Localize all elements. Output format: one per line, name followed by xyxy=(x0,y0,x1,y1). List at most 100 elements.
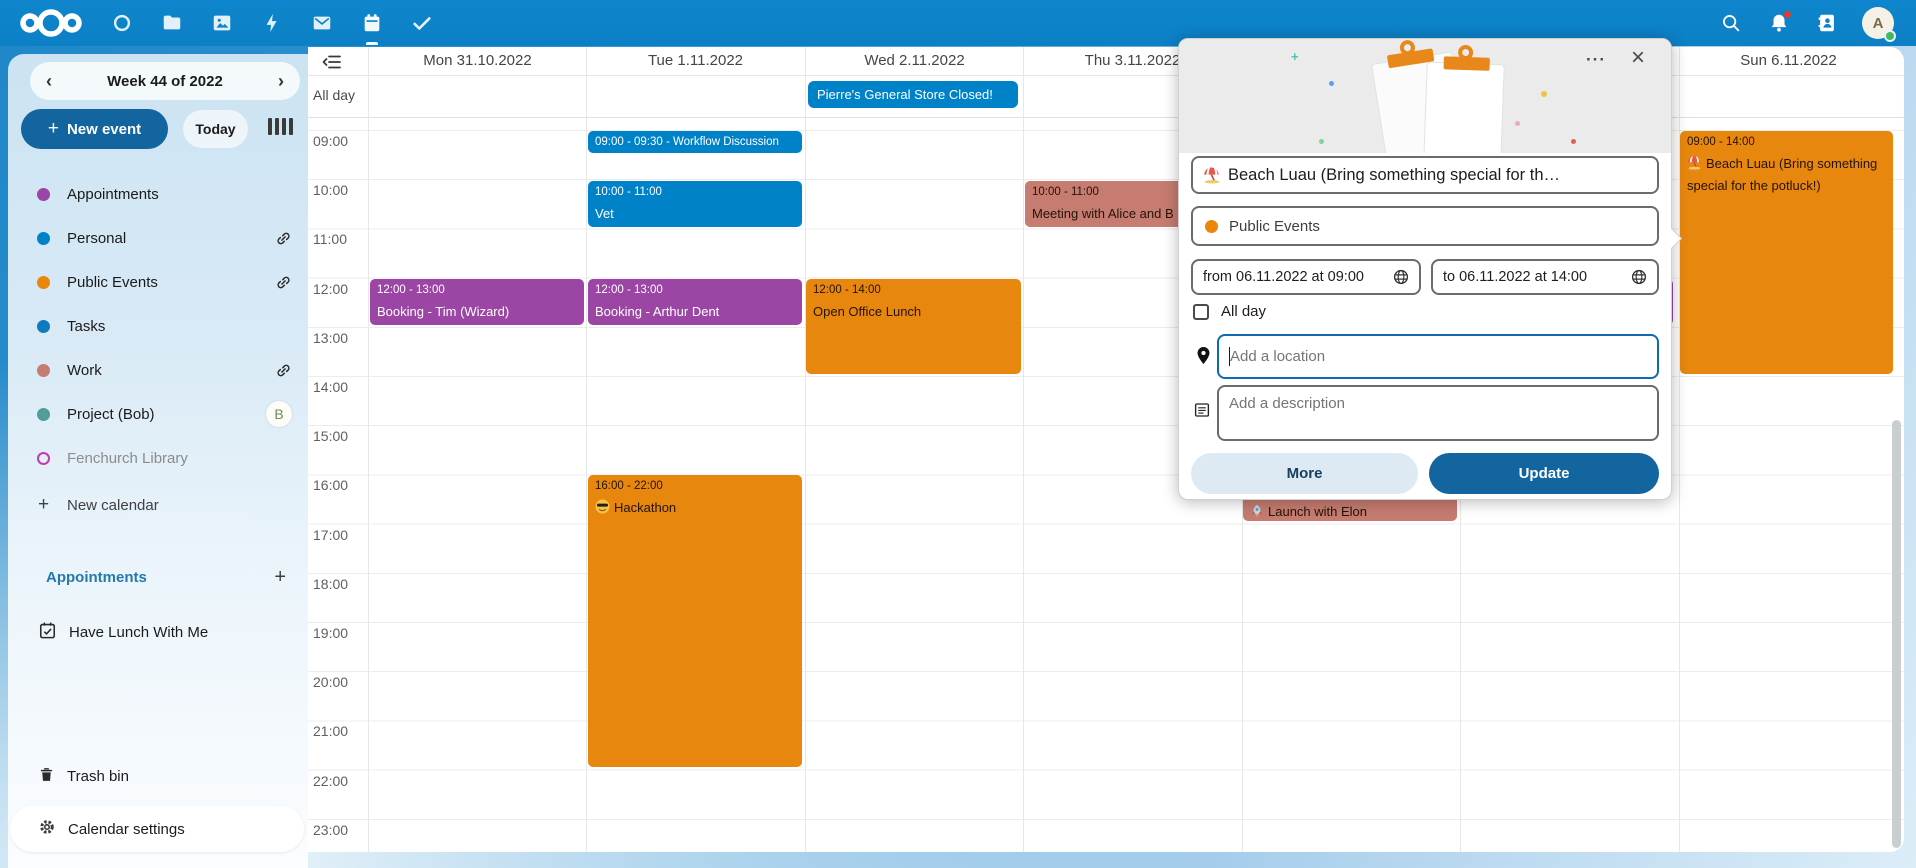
contacts-icon[interactable] xyxy=(1814,10,1840,36)
more-button[interactable]: More xyxy=(1191,453,1418,494)
calendar-color-dot xyxy=(37,408,50,421)
calendar-color-dot xyxy=(37,320,50,333)
event-hackathon[interactable]: 16:00 - 22:00 Hackathon xyxy=(588,475,802,767)
plus-icon: + xyxy=(48,118,59,140)
previous-week-button[interactable]: ‹ xyxy=(46,72,52,90)
confetti-dot xyxy=(1571,139,1576,144)
time-label: 12:00 xyxy=(313,281,367,297)
event-beach-luau[interactable]: 09:00 - 14:00 Beach Luau (Bring somethin… xyxy=(1680,131,1893,374)
clipboard-illustration xyxy=(1423,62,1504,153)
gutter-border xyxy=(368,47,369,852)
update-button[interactable]: Update xyxy=(1429,453,1659,494)
shared-by-badge: B xyxy=(266,401,292,427)
tasks-icon[interactable] xyxy=(410,11,434,35)
calendar-color-dot xyxy=(37,232,50,245)
time-label: 20:00 xyxy=(313,674,367,690)
sidebar-item-appointments-calendar[interactable]: Appointments xyxy=(24,179,300,209)
new-event-button[interactable]: + New event xyxy=(21,109,168,149)
allday-row-label: All day xyxy=(313,87,355,103)
sidebar-item-tasks[interactable]: Tasks xyxy=(24,311,300,341)
allday-checkbox[interactable] xyxy=(1193,304,1209,320)
vertical-scrollbar[interactable] xyxy=(1892,420,1901,848)
day-header-wed: Wed 2.11.2022 xyxy=(805,52,1024,72)
appointment-item-have-lunch[interactable]: Have Lunch With Me xyxy=(24,616,300,648)
more-options-icon[interactable]: ··· xyxy=(1583,47,1609,73)
photos-icon[interactable] xyxy=(210,11,234,35)
allday-event-pierres-store[interactable]: Pierre's General Store Closed! xyxy=(808,81,1018,108)
calendar-icon[interactable] xyxy=(360,11,384,35)
calendar-settings-button[interactable]: Calendar settings xyxy=(10,806,304,852)
confetti-plus: + xyxy=(1291,49,1299,64)
start-datetime-button[interactable]: from 06.11.2022 at 09:00 xyxy=(1191,259,1421,295)
sunglasses-face-emoji xyxy=(595,499,610,520)
time-label: 15:00 xyxy=(313,428,367,444)
event-title-input[interactable]: Beach Luau (Bring something special for … xyxy=(1191,156,1659,194)
section-title: Appointments xyxy=(46,569,147,586)
calendar-check-icon xyxy=(38,621,57,644)
sidebar-item-work[interactable]: Work xyxy=(24,355,300,385)
status-online-dot xyxy=(1884,30,1896,42)
end-datetime-button[interactable]: to 06.11.2022 at 14:00 xyxy=(1431,259,1659,295)
calendar-color-dot xyxy=(37,276,50,289)
view-columns-icon[interactable] xyxy=(268,118,293,135)
sidebar-item-fenchurch-library[interactable]: Fenchurch Library xyxy=(24,443,300,473)
close-icon[interactable]: × xyxy=(1625,45,1651,71)
calendar-picker[interactable]: Public Events xyxy=(1191,206,1659,246)
description-input[interactable] xyxy=(1217,385,1659,441)
event-editor-popup: + ··· × Beach Luau (Bring something spec… xyxy=(1178,38,1672,500)
mail-icon[interactable] xyxy=(310,11,334,35)
location-input[interactable] xyxy=(1217,334,1659,379)
week-navigation: ‹ Week 44 of 2022 › xyxy=(30,62,300,100)
avatar[interactable]: A xyxy=(1862,7,1894,39)
day-header-tue: Tue 1.11.2022 xyxy=(586,52,805,72)
sidebar-item-project-bob[interactable]: Project (Bob) B xyxy=(24,399,300,429)
location-field[interactable] xyxy=(1230,348,1647,365)
new-calendar-button[interactable]: + New calendar xyxy=(24,490,300,520)
topbar-right: A xyxy=(1718,0,1916,46)
time-label: 18:00 xyxy=(313,576,367,592)
confetti-dot xyxy=(1541,91,1547,97)
files-icon[interactable] xyxy=(160,11,184,35)
add-appointment-icon[interactable]: + xyxy=(274,566,286,589)
today-button[interactable]: Today xyxy=(183,110,248,148)
map-pin-icon xyxy=(1195,346,1212,370)
dashboard-icon[interactable] xyxy=(110,11,134,35)
search-icon[interactable] xyxy=(1718,10,1744,36)
confetti-dot xyxy=(1329,81,1334,86)
time-label: 19:00 xyxy=(313,625,367,641)
rocket-emoji xyxy=(1250,504,1264,521)
calendar-color-dot xyxy=(1205,220,1218,233)
nextcloud-logo[interactable] xyxy=(18,8,84,38)
sidebar-item-personal[interactable]: Personal xyxy=(24,223,300,253)
calendar-color-dot xyxy=(37,452,50,465)
bell-icon[interactable] xyxy=(1766,10,1792,36)
time-label: 09:00 xyxy=(313,133,367,149)
time-label: 11:00 xyxy=(313,231,367,247)
time-label: 13:00 xyxy=(313,330,367,346)
globe-icon[interactable] xyxy=(1631,269,1647,285)
sidebar-item-public-events[interactable]: Public Events xyxy=(24,267,300,297)
column-border xyxy=(1023,47,1024,852)
calendar-color-dot xyxy=(37,188,50,201)
next-week-button[interactable]: › xyxy=(278,72,284,90)
globe-icon[interactable] xyxy=(1393,269,1409,285)
share-link-icon[interactable] xyxy=(275,230,292,247)
event-booking-tim[interactable]: 12:00 - 13:00 Booking - Tim (Wizard) xyxy=(370,279,584,325)
day-header-mon: Mon 31.10.2022 xyxy=(368,52,587,72)
confetti-dot xyxy=(1515,121,1520,126)
activity-icon[interactable] xyxy=(260,11,284,35)
trash-bin[interactable]: Trash bin xyxy=(24,760,300,792)
share-link-icon[interactable] xyxy=(275,274,292,291)
appointments-section-header: Appointments + xyxy=(24,562,300,592)
description-field[interactable] xyxy=(1219,387,1657,439)
event-booking-arthur-dent[interactable]: 12:00 - 13:00 Booking - Arthur Dent xyxy=(588,279,802,325)
share-link-icon[interactable] xyxy=(275,362,292,379)
event-open-office-lunch[interactable]: 12:00 - 14:00 Open Office Lunch xyxy=(806,279,1021,374)
allday-toggle[interactable]: All day xyxy=(1193,303,1266,320)
collapse-sidebar-icon[interactable] xyxy=(322,54,342,75)
note-icon xyxy=(1193,401,1211,424)
plus-icon: + xyxy=(37,494,50,516)
trash-icon xyxy=(38,766,55,787)
event-workflow-discussion[interactable]: 09:00 - 09:30 - Workflow Discussion xyxy=(588,131,802,153)
event-vet[interactable]: 10:00 - 11:00 Vet xyxy=(588,181,802,227)
